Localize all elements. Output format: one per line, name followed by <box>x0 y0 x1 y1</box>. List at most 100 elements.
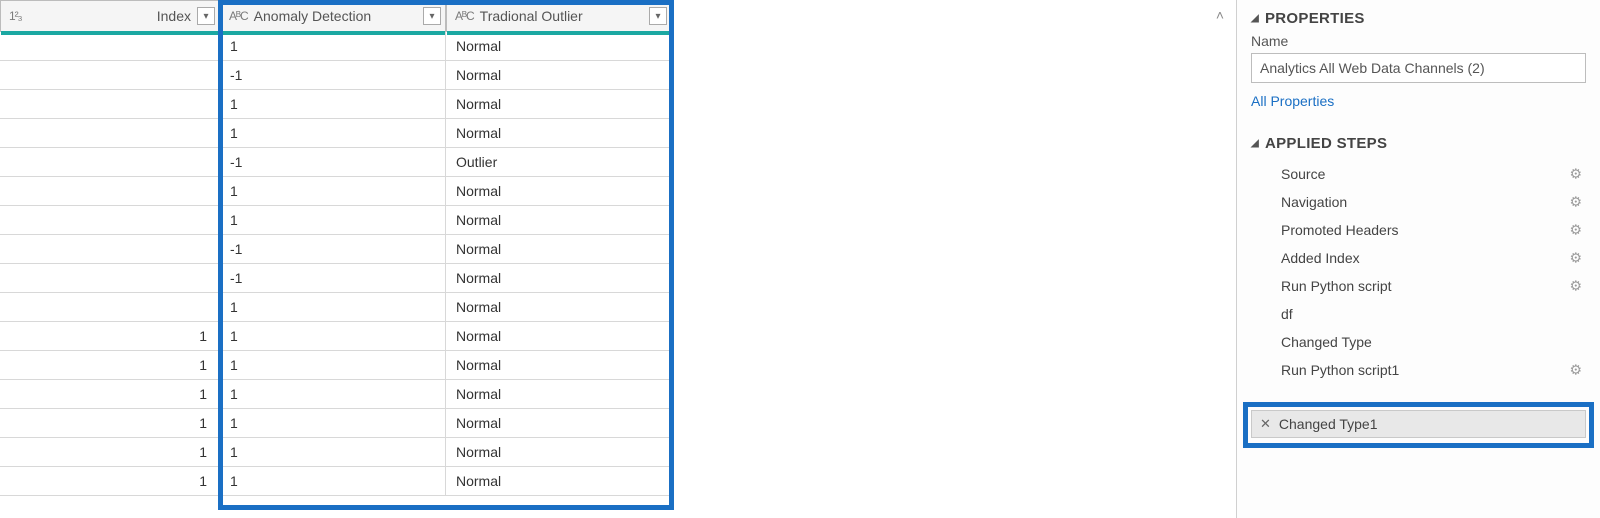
cell-anomaly[interactable]: 1 <box>220 351 446 380</box>
filter-icon[interactable]: ▾ <box>423 7 441 25</box>
cell-anomaly[interactable]: 1 <box>220 206 446 235</box>
cell-anomaly[interactable]: 1 <box>220 438 446 467</box>
table-row[interactable]: 11Normal <box>0 409 672 438</box>
table-row[interactable]: -1Normal <box>0 61 672 90</box>
cell-index[interactable]: 1 <box>0 409 220 438</box>
cell-anomaly[interactable]: -1 <box>220 264 446 293</box>
cell-index[interactable] <box>0 235 220 264</box>
applied-step-label: Navigation <box>1281 194 1347 210</box>
cell-outlier[interactable]: Normal <box>446 438 672 467</box>
properties-header[interactable]: ◢ PROPERTIES <box>1251 10 1586 27</box>
applied-step-label: Run Python script1 <box>1281 362 1399 378</box>
column-header-label: Anomaly Detection <box>254 8 417 24</box>
gear-icon[interactable]: ⚙ <box>1569 166 1582 183</box>
cell-outlier[interactable]: Normal <box>446 293 672 322</box>
gear-icon[interactable]: ⚙ <box>1569 278 1582 295</box>
table-row[interactable]: 11Normal <box>0 467 672 496</box>
grid-header-row: 1²₃ Index ▾ AᴮC Anomaly Detection ▾ AᴮC … <box>0 0 672 32</box>
applied-step-label: Source <box>1281 166 1325 182</box>
applied-steps-header[interactable]: ◢ APPLIED STEPS <box>1251 135 1586 152</box>
cell-index[interactable]: 1 <box>0 438 220 467</box>
cell-anomaly[interactable]: 1 <box>220 322 446 351</box>
cell-anomaly[interactable]: -1 <box>220 61 446 90</box>
applied-step[interactable]: Changed Type <box>1251 328 1586 356</box>
applied-step-selected[interactable]: ✕ Changed Type1 <box>1251 410 1586 438</box>
cell-outlier[interactable]: Normal <box>446 380 672 409</box>
cell-index[interactable] <box>0 119 220 148</box>
cell-outlier[interactable]: Normal <box>446 119 672 148</box>
cell-index[interactable] <box>0 32 220 61</box>
cell-index[interactable]: 1 <box>0 467 220 496</box>
table-row[interactable]: 11Normal <box>0 380 672 409</box>
cell-index[interactable] <box>0 293 220 322</box>
applied-step[interactable]: Run Python script⚙ <box>1251 272 1586 300</box>
cell-index[interactable]: 1 <box>0 351 220 380</box>
type-icon-number: 1²₃ <box>9 9 22 23</box>
delete-step-icon[interactable]: ✕ <box>1260 416 1271 432</box>
table-row[interactable]: 1Normal <box>0 293 672 322</box>
cell-outlier[interactable]: Normal <box>446 90 672 119</box>
applied-step[interactable]: Added Index⚙ <box>1251 244 1586 272</box>
cell-index[interactable] <box>0 61 220 90</box>
vertical-scrollbar[interactable]: ˄ <box>1210 6 1230 512</box>
cell-anomaly[interactable]: 1 <box>220 119 446 148</box>
table-row[interactable]: 1Normal <box>0 177 672 206</box>
applied-step[interactable]: Promoted Headers⚙ <box>1251 216 1586 244</box>
column-header-index[interactable]: 1²₃ Index ▾ <box>0 0 220 32</box>
cell-anomaly[interactable]: -1 <box>220 148 446 177</box>
filter-icon[interactable]: ▾ <box>197 7 215 25</box>
table-row[interactable]: 1Normal <box>0 90 672 119</box>
filter-icon[interactable]: ▾ <box>649 7 667 25</box>
cell-outlier[interactable]: Normal <box>446 467 672 496</box>
table-row[interactable]: 1Normal <box>0 206 672 235</box>
cell-anomaly[interactable]: -1 <box>220 235 446 264</box>
gear-icon[interactable]: ⚙ <box>1569 194 1582 211</box>
gear-icon[interactable]: ⚙ <box>1569 222 1582 239</box>
cell-anomaly[interactable]: 1 <box>220 293 446 322</box>
cell-outlier[interactable]: Normal <box>446 61 672 90</box>
cell-outlier[interactable]: Normal <box>446 235 672 264</box>
cell-index[interactable] <box>0 264 220 293</box>
cell-outlier[interactable]: Normal <box>446 409 672 438</box>
applied-step[interactable]: Run Python script1 ⚙ <box>1251 356 1586 384</box>
cell-outlier[interactable]: Normal <box>446 177 672 206</box>
gear-icon[interactable]: ⚙ <box>1569 250 1582 267</box>
cell-index[interactable] <box>0 148 220 177</box>
cell-index[interactable]: 1 <box>0 322 220 351</box>
cell-anomaly[interactable]: 1 <box>220 32 446 61</box>
cell-anomaly[interactable]: 1 <box>220 409 446 438</box>
table-row[interactable]: 1Normal <box>0 119 672 148</box>
table-row[interactable]: 11Normal <box>0 322 672 351</box>
table-row[interactable]: 11Normal <box>0 351 672 380</box>
applied-step[interactable]: Navigation ⚙ <box>1251 188 1586 216</box>
table-row[interactable]: -1Outlier <box>0 148 672 177</box>
table-row[interactable]: 1Normal <box>0 32 672 61</box>
scroll-up-icon[interactable]: ˄ <box>1211 6 1229 24</box>
cell-anomaly[interactable]: 1 <box>220 380 446 409</box>
applied-step[interactable]: Source ⚙ <box>1251 160 1586 188</box>
gear-icon[interactable]: ⚙ <box>1569 362 1582 379</box>
table-row[interactable]: 11Normal <box>0 438 672 467</box>
cell-outlier[interactable]: Normal <box>446 206 672 235</box>
cell-anomaly[interactable]: 1 <box>220 177 446 206</box>
cell-index[interactable] <box>0 90 220 119</box>
column-header-outlier[interactable]: AᴮC Tradional Outlier ▾ <box>446 0 672 32</box>
cell-outlier[interactable]: Normal <box>446 264 672 293</box>
all-properties-link[interactable]: All Properties <box>1251 93 1334 109</box>
type-icon-text: AᴮC <box>229 9 248 23</box>
cell-anomaly[interactable]: 1 <box>220 90 446 119</box>
query-name-input[interactable] <box>1251 53 1586 83</box>
cell-outlier[interactable]: Normal <box>446 351 672 380</box>
column-header-anomaly[interactable]: AᴮC Anomaly Detection ▾ <box>220 0 446 32</box>
cell-index[interactable] <box>0 177 220 206</box>
cell-index[interactable]: 1 <box>0 380 220 409</box>
cell-outlier[interactable]: Normal <box>446 32 672 61</box>
cell-index[interactable] <box>0 206 220 235</box>
cell-anomaly[interactable]: 1 <box>220 467 446 496</box>
table-row[interactable]: -1Normal <box>0 264 672 293</box>
cell-outlier[interactable]: Normal <box>446 322 672 351</box>
data-grid: 1²₃ Index ▾ AᴮC Anomaly Detection ▾ AᴮC … <box>0 0 672 496</box>
table-row[interactable]: -1Normal <box>0 235 672 264</box>
applied-step[interactable]: df <box>1251 300 1586 328</box>
cell-outlier[interactable]: Outlier <box>446 148 672 177</box>
